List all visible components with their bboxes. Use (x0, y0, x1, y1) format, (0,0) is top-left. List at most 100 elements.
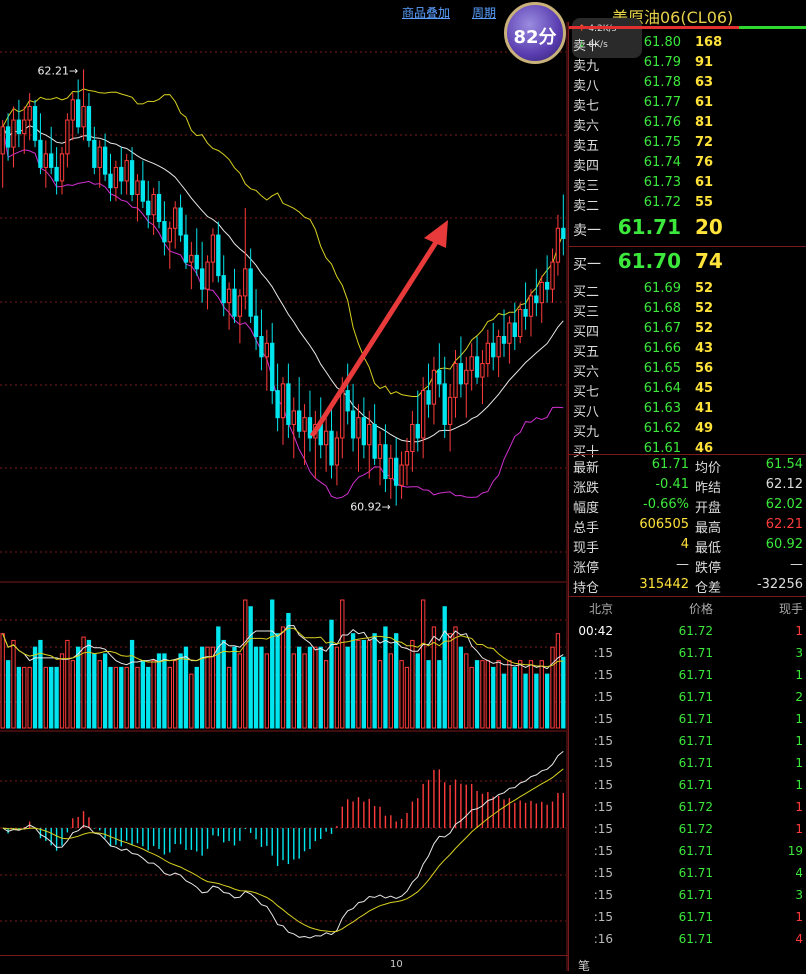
stat-row: 持仓 315442 仓差 -32256 (569, 575, 806, 596)
order-book-row[interactable]: 卖七 61.77 61 (569, 93, 806, 114)
volume-bar (496, 660, 501, 729)
order-book-price: 61.80 (643, 35, 681, 50)
stat-row: 现手 4 最低 60.92 (569, 535, 806, 556)
stat-v1: 315442 (639, 577, 689, 592)
tick-time: :15 (593, 888, 613, 902)
order-book-label: 卖六 (573, 119, 600, 134)
tick-row[interactable]: :15 61.72 1 (569, 818, 806, 840)
tick-row[interactable]: :15 61.71 4 (569, 862, 806, 884)
tick-row[interactable]: :15 61.71 1 (569, 730, 806, 752)
candle-body (108, 173, 113, 189)
volume-bar (221, 639, 226, 729)
tick-time: :15 (593, 866, 613, 880)
order-book-row[interactable]: 买五 61.66 43 (569, 339, 806, 360)
tick-price: 61.71 (678, 910, 713, 924)
order-book-vol: 168 (695, 35, 723, 50)
order-book-label: 卖二 (573, 199, 600, 214)
tick-time: :15 (593, 646, 613, 660)
tick-row[interactable]: :15 61.71 2 (569, 686, 806, 708)
candle-body (356, 417, 361, 439)
candle-body (458, 363, 464, 385)
volume-bar (151, 660, 156, 729)
candle-body (340, 390, 345, 439)
stat-v1: — (676, 557, 689, 572)
period-link[interactable]: 周期 (472, 4, 496, 21)
candle-body (512, 322, 517, 338)
order-book-row[interactable]: 卖一 61.71 20 (569, 215, 806, 239)
tab-ticks[interactable]: 笔 (578, 957, 590, 974)
order-book-label: 买三 (573, 305, 600, 320)
volume-bar (377, 660, 383, 729)
tick-time: :15 (593, 756, 613, 770)
order-book-row[interactable]: 卖十 61.80 168 (569, 33, 806, 54)
overlay-link[interactable]: 商品叠加 (402, 4, 450, 21)
tick-time: :15 (593, 690, 613, 704)
candle-body (329, 430, 334, 466)
stat-v2: 62.02 (765, 497, 803, 512)
tick-price: 61.71 (678, 756, 713, 770)
tick-row[interactable]: :15 61.71 3 (569, 642, 806, 664)
order-book-row[interactable]: 卖四 61.74 76 (569, 153, 806, 174)
order-book-row[interactable]: 卖六 61.76 81 (569, 113, 806, 134)
order-book-row[interactable]: 卖二 61.72 55 (569, 193, 806, 214)
score-text: 82分 (513, 27, 557, 48)
stat-row: 涨停 — 跌停 — (569, 555, 806, 576)
order-book-vol: 63 (695, 75, 714, 90)
order-book-label: 买四 (573, 325, 600, 340)
order-book-row[interactable]: 卖九 61.79 91 (569, 53, 806, 74)
tick-row[interactable]: :15 61.71 1 (569, 664, 806, 686)
tick-row[interactable]: :15 61.71 1 (569, 752, 806, 774)
volume-bar (156, 653, 162, 729)
stat-l2: 最低 (695, 541, 722, 556)
candle-body (124, 160, 129, 182)
volume-bar (426, 660, 431, 729)
stat-v2: -32256 (756, 577, 803, 592)
volume-bar (544, 673, 550, 729)
tick-row[interactable]: :15 61.71 3 (569, 884, 806, 906)
order-book-row[interactable]: 买六 61.65 56 (569, 359, 806, 380)
volume-bar (518, 660, 523, 729)
order-book-row[interactable]: 买一 61.70 74 (569, 249, 806, 273)
tick-row[interactable]: :15 61.71 1 (569, 774, 806, 796)
order-book-label: 买六 (573, 365, 600, 380)
order-book-vol: 52 (695, 281, 714, 296)
candle-body (151, 193, 156, 216)
order-book-price: 61.75 (643, 135, 681, 150)
volume-bar (534, 673, 539, 729)
order-book-row[interactable]: 买二 61.69 52 (569, 279, 806, 300)
order-book-row[interactable]: 买八 61.63 41 (569, 399, 806, 420)
order-book-row[interactable]: 卖五 61.75 72 (569, 133, 806, 154)
order-book-row[interactable]: 卖八 61.78 63 (569, 73, 806, 94)
tick-row[interactable]: :16 61.71 4 (569, 928, 806, 950)
volume-bar (65, 639, 70, 729)
order-book-row[interactable]: 买三 61.68 52 (569, 299, 806, 320)
candle-body (372, 423, 377, 459)
volume-bar (280, 626, 286, 729)
volume-bar (350, 633, 356, 729)
order-book-row[interactable]: 卖三 61.73 61 (569, 173, 806, 194)
order-book-label: 卖八 (573, 79, 600, 94)
tick-vol: 1 (795, 800, 803, 814)
volume-bar (555, 633, 561, 729)
candle-body (550, 261, 555, 290)
candle-body (334, 437, 340, 466)
volume-bar (253, 646, 259, 729)
score-badge[interactable]: 82分 (504, 2, 566, 64)
candle-body (38, 139, 43, 168)
tick-row[interactable]: 00:42 61.72 1 (569, 620, 806, 642)
order-book-row[interactable]: 买九 61.62 49 (569, 419, 806, 440)
order-book-row[interactable]: 买七 61.64 45 (569, 379, 806, 400)
tick-row[interactable]: :15 61.71 19 (569, 840, 806, 862)
candle-body (216, 234, 221, 277)
stat-v1: 61.71 (651, 457, 689, 472)
tick-row[interactable]: :15 61.71 1 (569, 708, 806, 730)
volume-bar (404, 666, 410, 729)
stat-v2: 62.12 (765, 477, 803, 492)
tick-row[interactable]: :15 61.72 1 (569, 796, 806, 818)
tick-row[interactable]: :15 61.71 1 (569, 906, 806, 928)
candle-body (49, 153, 54, 168)
tick-vol: 1 (795, 624, 803, 638)
chart-area[interactable]: 62.21→ 60.92→ (0, 0, 568, 971)
order-book-row[interactable]: 买四 61.67 52 (569, 319, 806, 340)
candle-body (86, 106, 92, 141)
